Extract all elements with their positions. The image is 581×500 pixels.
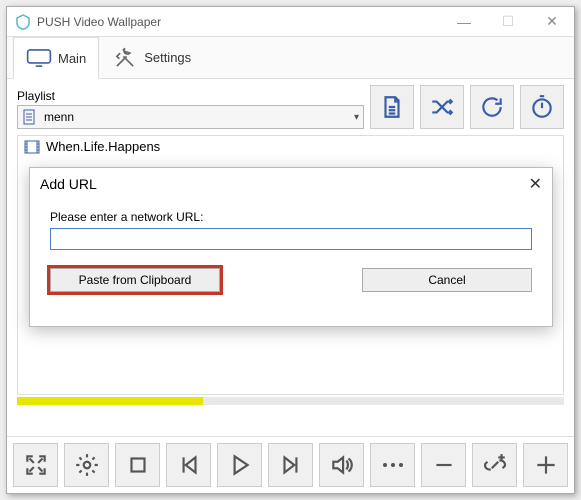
maximize-button[interactable]: ☐ (486, 8, 530, 36)
link-plus-icon (482, 452, 508, 478)
playlist-selected: menn (44, 110, 354, 124)
footer-toolbar (7, 436, 574, 493)
dialog-close-button[interactable]: ✕ (529, 174, 542, 194)
tab-settings-label: Settings (144, 50, 191, 65)
gear-icon (74, 452, 100, 478)
app-window: PUSH Video Wallpaper — ☐ ✕ Main Settings… (6, 6, 575, 494)
shuffle-icon (429, 94, 455, 120)
play-button[interactable] (217, 443, 262, 487)
monitor-icon (26, 45, 52, 71)
timer-icon (529, 94, 555, 120)
dialog-header: Add URL ✕ (30, 168, 552, 200)
list-item-label: When.Life.Happens (46, 139, 160, 154)
progress-fill (17, 397, 203, 405)
stop-icon (125, 452, 151, 478)
tab-settings[interactable]: Settings (99, 37, 204, 78)
play-icon (227, 452, 253, 478)
document-button[interactable] (370, 85, 414, 129)
remove-button[interactable] (421, 443, 466, 487)
more-icon (383, 463, 403, 467)
next-icon (278, 452, 304, 478)
volume-button[interactable] (319, 443, 364, 487)
settings-button[interactable] (64, 443, 109, 487)
window-buttons: — ☐ ✕ (442, 8, 574, 36)
dialog-title: Add URL (40, 176, 529, 192)
dialog-prompt: Please enter a network URL: (50, 210, 532, 224)
playlist-select[interactable]: menn ▾ (17, 105, 364, 129)
playlist-file-icon (22, 109, 38, 125)
tab-main[interactable]: Main (13, 37, 99, 79)
plus-icon (533, 452, 559, 478)
loop-button[interactable] (470, 85, 514, 129)
playlist-label: Playlist (17, 89, 364, 103)
app-icon (15, 14, 31, 30)
more-button[interactable] (370, 443, 415, 487)
close-button[interactable]: ✕ (530, 8, 574, 36)
minimize-button[interactable]: — (442, 8, 486, 36)
titlebar: PUSH Video Wallpaper — ☐ ✕ (7, 7, 574, 37)
expand-icon (23, 452, 49, 478)
list-item[interactable]: When.Life.Happens (18, 136, 563, 157)
minus-icon (431, 452, 457, 478)
tab-bar: Main Settings (7, 37, 574, 79)
volume-icon (329, 452, 355, 478)
prev-icon (176, 452, 202, 478)
document-icon (379, 94, 405, 120)
fullscreen-button[interactable] (13, 443, 58, 487)
tools-icon (112, 45, 138, 71)
timer-button[interactable] (520, 85, 564, 129)
add-link-button[interactable] (472, 443, 517, 487)
progress-bar[interactable] (17, 397, 564, 405)
paste-from-clipboard-button[interactable]: Paste from Clipboard (50, 268, 220, 292)
stop-button[interactable] (115, 443, 160, 487)
film-icon (24, 140, 40, 154)
next-button[interactable] (268, 443, 313, 487)
shuffle-button[interactable] (420, 85, 464, 129)
url-input[interactable] (50, 228, 532, 250)
chevron-down-icon: ▾ (354, 112, 359, 123)
loop-icon (479, 94, 505, 120)
prev-button[interactable] (166, 443, 211, 487)
add-url-dialog: Add URL ✕ Please enter a network URL: Pa… (29, 167, 553, 327)
app-title: PUSH Video Wallpaper (37, 15, 442, 29)
add-button[interactable] (523, 443, 568, 487)
playlist-toolbar: Playlist menn ▾ (17, 85, 564, 129)
tab-main-label: Main (58, 51, 86, 66)
cancel-button[interactable]: Cancel (362, 268, 532, 292)
